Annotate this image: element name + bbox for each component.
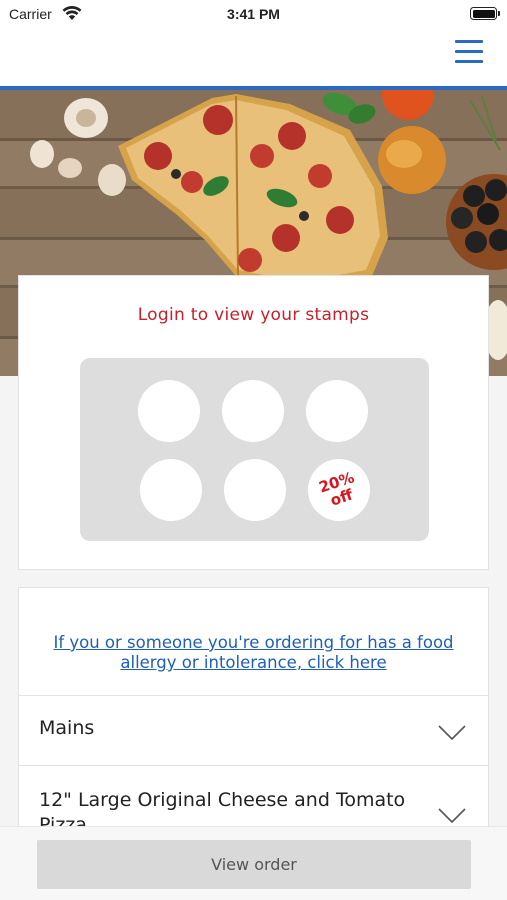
chevron-down-icon — [438, 725, 466, 741]
stamp-reward-label: 20% off — [316, 468, 357, 510]
stamp-reward: 20% off — [308, 459, 370, 521]
stamp-slot — [306, 380, 368, 442]
allergy-info-link[interactable]: If you or someone you're ordering for ha… — [19, 633, 488, 673]
stamp-slot — [140, 459, 202, 521]
battery-icon — [470, 7, 500, 20]
status-bar: Carrier 3:41 PM — [0, 0, 507, 30]
status-time: 3:41 PM — [227, 6, 280, 22]
allergy-card: If you or someone you're ordering for ha… — [18, 587, 489, 695]
menu-section-label: Mains — [39, 717, 95, 739]
stamp-card: Login to view your stamps 20% off — [18, 275, 489, 570]
stamp-panel: 20% off — [80, 358, 429, 541]
view-order-button[interactable]: View order — [37, 840, 471, 889]
stamp-slot — [222, 380, 284, 442]
stamp-slot — [224, 459, 286, 521]
menu-section-mains[interactable]: Mains — [18, 695, 489, 766]
hamburger-menu-icon[interactable] — [455, 40, 483, 64]
stamp-slot — [138, 380, 200, 442]
chevron-down-icon — [438, 808, 466, 824]
stamp-card-title[interactable]: Login to view your stamps — [19, 305, 488, 325]
footer-bar: View order — [0, 826, 507, 900]
nav-bar — [0, 30, 507, 86]
